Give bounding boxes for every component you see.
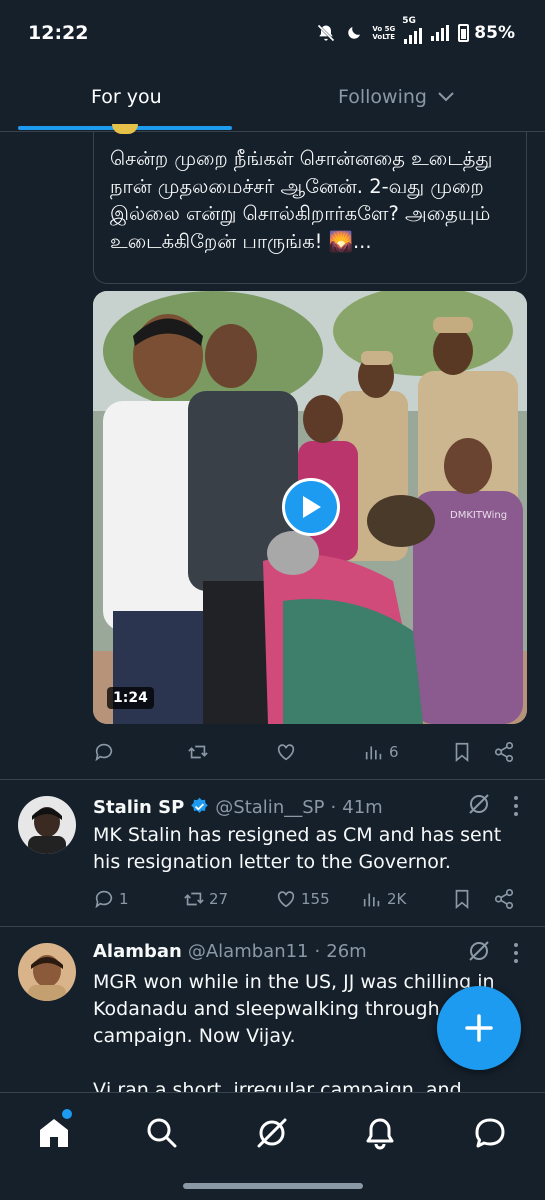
views-icon [363, 893, 380, 907]
nav-grok[interactable] [254, 1115, 290, 1151]
views-count: 2K [387, 890, 407, 908]
views-count: 6 [389, 743, 399, 761]
video-duration: 1:24 [107, 687, 154, 709]
heart-icon [277, 744, 295, 761]
reply-icon [95, 890, 113, 909]
tweet-author-name[interactable]: Stalin SP [93, 797, 184, 818]
mute-icon [318, 24, 335, 42]
nav-search[interactable] [144, 1115, 180, 1151]
status-icons: Vo 5G VoLTE 5G 85% [316, 16, 515, 44]
compose-button[interactable] [437, 986, 521, 1070]
tab-following-label: Following [338, 86, 427, 108]
share-icon [494, 889, 514, 909]
tab-following[interactable]: Following [338, 86, 455, 108]
more-options-icon[interactable] [513, 943, 519, 963]
heart-icon [277, 891, 295, 908]
repost-count: 27 [209, 890, 229, 908]
notification-dot [62, 1109, 72, 1119]
bookmark-button[interactable] [451, 741, 473, 763]
separator: · [314, 941, 321, 962]
bookmark-icon [455, 889, 469, 910]
battery-icon [458, 24, 470, 42]
system-home-indicator[interactable] [183, 1183, 363, 1189]
grok-icon[interactable] [467, 939, 491, 963]
battery-level: 85% [474, 23, 515, 43]
signal-5g-icon: 5G [402, 16, 423, 44]
post-actions: 6 [93, 739, 527, 767]
views-button[interactable]: 6 [363, 741, 399, 763]
home-icon [40, 1119, 68, 1147]
share-icon [494, 742, 514, 762]
share-button[interactable] [493, 741, 515, 763]
verified-icon [191, 797, 209, 813]
avatar[interactable] [18, 943, 76, 1001]
video-media[interactable]: DMKITWing 1:24 [93, 291, 527, 724]
repost-icon [184, 892, 204, 906]
tweet-author-name[interactable]: Alamban [93, 941, 182, 962]
video-watermark: DMKITWing [450, 510, 508, 521]
tweet-actions: 1 27 155 2K [93, 886, 527, 914]
views-icon [365, 746, 382, 760]
like-count: 155 [301, 890, 330, 908]
nav-notifications[interactable] [362, 1115, 398, 1151]
moon-icon [348, 27, 361, 39]
repost-button[interactable] [187, 741, 209, 763]
compose-plus-icon [465, 1014, 493, 1042]
search-icon [147, 1118, 177, 1148]
tweet-timestamp[interactable]: 26m [326, 941, 366, 962]
tweet-author-handle[interactable]: @Stalin__SP [215, 797, 324, 818]
share-button[interactable] [493, 888, 515, 910]
grok-icon[interactable] [467, 792, 491, 816]
bookmark-button[interactable] [451, 888, 473, 910]
signal-icon [431, 25, 450, 41]
quoted-post-text: சென்ற முறை நீங்கள் சொன்னதை உடைத்து நான் … [110, 147, 493, 253]
nav-home[interactable] [36, 1115, 72, 1151]
bookmark-icon [455, 742, 469, 763]
play-icon [303, 496, 321, 518]
grok-icon [257, 1118, 287, 1148]
views-button[interactable]: 2K [361, 888, 406, 910]
timeline-tabs: For you Following [0, 70, 545, 132]
tweet[interactable]: Stalin SP @Stalin__SP · 41m MK Stalin ha… [0, 780, 545, 926]
tweet-timestamp[interactable]: 41m [342, 797, 382, 818]
tweet-author-handle[interactable]: @Alamban11 [188, 941, 309, 962]
status-time: 12:22 [28, 22, 89, 44]
notifications-icon [366, 1118, 394, 1150]
nav-messages[interactable] [472, 1115, 508, 1151]
tab-for-you[interactable]: For you [91, 86, 162, 108]
like-button[interactable]: 155 [275, 888, 330, 910]
volte-indicator: Vo 5G VoLTE [372, 25, 396, 41]
reply-count: 1 [119, 890, 129, 908]
avatar[interactable] [18, 796, 76, 854]
reply-icon [95, 743, 113, 762]
tweet-text: MK Stalin has resigned as CM and has sen… [93, 824, 502, 873]
like-button[interactable] [275, 741, 297, 763]
tweet-text-line: Vj ran a short, irregular campaign, and,… [93, 1079, 468, 1092]
reply-button[interactable] [93, 741, 115, 763]
chevron-down-icon [438, 92, 454, 102]
repost-icon [188, 745, 208, 759]
reply-button[interactable]: 1 [93, 888, 129, 910]
status-bar: 12:22 Vo 5G VoLTE 5G 85% [0, 0, 545, 70]
more-options-icon[interactable] [513, 796, 519, 816]
play-button[interactable] [282, 478, 340, 536]
repost-button[interactable]: 27 [183, 888, 228, 910]
separator: · [330, 797, 337, 818]
messages-icon [475, 1118, 505, 1148]
